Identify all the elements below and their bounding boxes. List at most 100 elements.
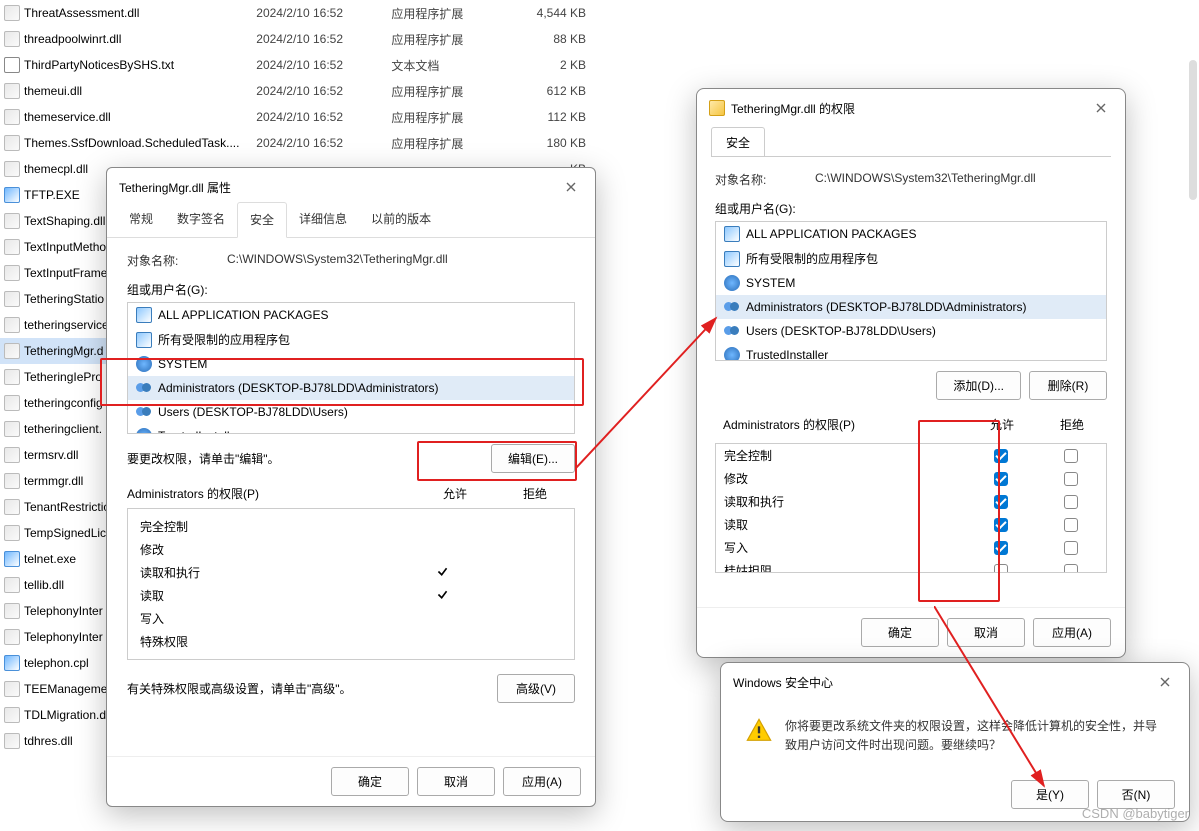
group-list[interactable]: ALL APPLICATION PACKAGES 所有受限制的应用程序包 SYSTE… <box>715 221 1107 361</box>
file-name: telnet.exe <box>24 552 76 566</box>
group-icon <box>136 404 152 420</box>
file-icon <box>4 707 20 723</box>
ok-button[interactable]: 确定 <box>331 767 409 796</box>
group-name: SYSTEM <box>746 276 795 290</box>
file-row[interactable]: themeui.dll2024/2/10 16:52应用程序扩展612 KB <box>0 78 590 104</box>
ok-button[interactable]: 确定 <box>861 618 939 647</box>
deny-checkbox[interactable] <box>1064 518 1078 532</box>
allow-check <box>402 542 482 558</box>
apply-button[interactable]: 应用(A) <box>503 767 581 796</box>
file-name: TextInputMetho <box>24 240 106 254</box>
group-item[interactable]: Administrators (DESKTOP-BJ78LDD\Administ… <box>128 376 574 400</box>
file-size: 88 KB <box>526 32 586 46</box>
security-warning-dialog: Windows 安全中心 你将要更改系统文件夹的权限设置，这样会降低计算机的安全… <box>720 662 1190 822</box>
warning-icon <box>745 717 773 745</box>
file-size: 612 KB <box>526 84 586 98</box>
allow-check <box>402 588 482 604</box>
deny-checkbox[interactable] <box>1064 495 1078 509</box>
close-icon[interactable] <box>1089 96 1113 120</box>
permission-name: 完全控制 <box>716 447 966 464</box>
group-list[interactable]: ALL APPLICATION PACKAGES所有受限制的应用程序包SYSTE… <box>127 302 575 434</box>
group-icon <box>136 307 152 323</box>
tab-security[interactable]: 安全 <box>711 127 765 157</box>
file-row[interactable]: Themes.SsfDownload.ScheduledTask....2024… <box>0 130 590 156</box>
dialog-titlebar: TetheringMgr.dll 属性 <box>107 168 595 202</box>
deny-checkbox[interactable] <box>1064 564 1078 572</box>
group-item[interactable]: SYSTEM <box>128 352 574 376</box>
group-name: 所有受限制的应用程序包 <box>746 250 878 267</box>
file-icon <box>4 161 20 177</box>
group-item[interactable]: 所有受限制的应用程序包 <box>716 246 1106 271</box>
file-name: TFTP.EXE <box>24 188 80 202</box>
file-row[interactable]: threadpoolwinrt.dll2024/2/10 16:52应用程序扩展… <box>0 26 590 52</box>
group-item[interactable]: ALL APPLICATION PACKAGES <box>128 303 574 327</box>
deny-header: 拒绝 <box>495 485 575 502</box>
tab-安全[interactable]: 安全 <box>237 202 287 238</box>
allow-checkbox[interactable] <box>994 495 1008 509</box>
remove-button[interactable]: 删除(R) <box>1029 371 1107 400</box>
file-type: 文本文档 <box>391 57 526 74</box>
file-date: 2024/2/10 16:52 <box>256 110 391 124</box>
group-icon <box>724 323 740 339</box>
deny-checkbox[interactable] <box>1064 449 1078 463</box>
group-users-label: 组或用户名(G): <box>715 200 1107 217</box>
edit-button[interactable]: 编辑(E)... <box>491 444 575 473</box>
perm-title: Administrators 的权限(P) <box>127 485 415 502</box>
group-name: Users (DESKTOP-BJ78LDD\Users) <box>158 405 348 419</box>
permission-name: 读取和执行 <box>716 493 966 510</box>
allow-check <box>402 565 482 581</box>
allow-checkbox[interactable] <box>994 518 1008 532</box>
add-button[interactable]: 添加(D)... <box>936 371 1021 400</box>
allow-checkbox[interactable] <box>994 449 1008 463</box>
edit-hint: 要更改权限，请单击"编辑"。 <box>127 450 280 467</box>
cancel-button[interactable]: 取消 <box>947 618 1025 647</box>
scrollbar[interactable] <box>1189 60 1197 200</box>
file-name: TetheringIePro <box>24 370 102 384</box>
tab-详细信息[interactable]: 详细信息 <box>287 202 359 237</box>
deny-checkbox[interactable] <box>1064 472 1078 486</box>
file-row[interactable]: ThreatAssessment.dll2024/2/10 16:52应用程序扩… <box>0 0 590 26</box>
file-row[interactable]: ThirdPartyNoticesBySHS.txt2024/2/10 16:5… <box>0 52 590 78</box>
close-icon[interactable] <box>1153 670 1177 694</box>
file-name: TEEManageme <box>24 682 107 696</box>
tab-常规[interactable]: 常规 <box>117 202 165 237</box>
file-icon <box>4 109 20 125</box>
close-icon[interactable] <box>559 175 583 199</box>
group-item[interactable]: TrustedInstaller <box>128 424 574 434</box>
deny-checkbox[interactable] <box>1064 541 1078 555</box>
allow-header: 允许 <box>415 485 495 502</box>
file-name: tetheringconfig <box>24 396 103 410</box>
permission-row: 桂姑担阻 <box>716 559 1106 572</box>
cancel-button[interactable]: 取消 <box>417 767 495 796</box>
apply-button[interactable]: 应用(A) <box>1033 618 1111 647</box>
group-item[interactable]: 所有受限制的应用程序包 <box>128 327 574 352</box>
group-item[interactable]: Users (DESKTOP-BJ78LDD\Users) <box>128 400 574 424</box>
file-name: TextInputFrame <box>24 266 107 280</box>
file-name: themeui.dll <box>24 84 82 98</box>
advanced-button[interactable]: 高级(V) <box>497 674 575 703</box>
permission-name: 特殊权限 <box>140 633 402 650</box>
group-item[interactable]: Administrators (DESKTOP-BJ78LDD\Administ… <box>716 295 1106 319</box>
allow-checkbox[interactable] <box>994 472 1008 486</box>
file-type: 应用程序扩展 <box>391 83 526 100</box>
tab-数字签名[interactable]: 数字签名 <box>165 202 237 237</box>
permission-name: 修改 <box>716 470 966 487</box>
yes-button[interactable]: 是(Y) <box>1011 780 1089 809</box>
no-button[interactable]: 否(N) <box>1097 780 1175 809</box>
file-name: termmgr.dll <box>24 474 83 488</box>
group-item[interactable]: ALL APPLICATION PACKAGES <box>716 222 1106 246</box>
group-item[interactable]: TrustedInstaller <box>716 343 1106 361</box>
file-row[interactable]: themeservice.dll2024/2/10 16:52应用程序扩展112… <box>0 104 590 130</box>
advanced-hint: 有关特殊权限或高级设置，请单击"高级"。 <box>127 680 352 697</box>
allow-checkbox[interactable] <box>994 541 1008 555</box>
group-item[interactable]: Users (DESKTOP-BJ78LDD\Users) <box>716 319 1106 343</box>
tab-以前的版本[interactable]: 以前的版本 <box>359 202 443 237</box>
file-size: 4,544 KB <box>526 6 586 20</box>
file-name: themecpl.dll <box>24 162 88 176</box>
allow-checkbox[interactable] <box>994 564 1008 572</box>
file-icon <box>4 577 20 593</box>
deny-check <box>482 588 562 604</box>
permissions-dialog: TetheringMgr.dll 的权限 安全 对象名称: C:\WINDOWS… <box>696 88 1126 658</box>
group-item[interactable]: SYSTEM <box>716 271 1106 295</box>
file-icon <box>4 395 20 411</box>
